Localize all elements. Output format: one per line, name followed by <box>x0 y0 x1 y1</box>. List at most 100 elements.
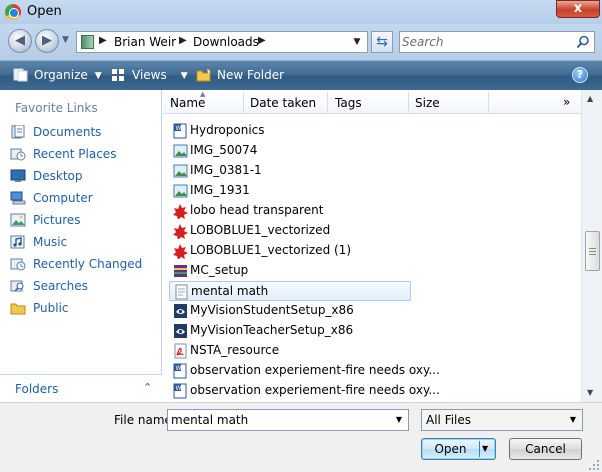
file-name: Hydroponics <box>190 123 265 137</box>
more-columns-icon[interactable]: » <box>563 95 570 109</box>
open-label: Open <box>434 442 467 456</box>
file-row[interactable]: IMG_0381-1 <box>169 161 411 181</box>
favorite-link-music[interactable]: Music <box>10 235 67 253</box>
vector-file-icon <box>173 244 188 259</box>
new-folder-icon <box>196 68 211 82</box>
open-button[interactable]: Open ▼ <box>421 438 496 460</box>
search-icon[interactable] <box>576 35 590 49</box>
file-name: mental math <box>191 284 269 298</box>
searches-icon <box>10 280 24 292</box>
file-type-value: All Files <box>426 413 472 427</box>
address-bar[interactable]: ▶ Brian Weir ▶ Downloads ▶ ▼ <box>76 31 368 53</box>
file-row[interactable]: lobo head transparent <box>169 201 411 221</box>
grip-line <box>589 254 596 255</box>
new-folder-label: New Folder <box>217 68 285 82</box>
search-input[interactable] <box>402 34 572 50</box>
scrollbar-thumb[interactable] <box>585 231 600 271</box>
address-row: ◀ ▶ ▼ ▶ Brian Weir ▶ Downloads ▶ ▼ ⇆ <box>0 24 602 60</box>
favorite-link-computer[interactable]: Computer <box>10 191 93 209</box>
favorite-link-pictures[interactable]: Pictures <box>10 213 81 231</box>
close-button[interactable]: x <box>556 0 600 18</box>
favorite-link-public[interactable]: Public <box>10 301 69 319</box>
column-tags[interactable]: Tags <box>335 96 362 110</box>
column-divider[interactable] <box>488 92 489 113</box>
favorite-link-documents[interactable]: Documents <box>10 125 101 143</box>
vector-file-icon <box>173 204 188 219</box>
address-dropdown-icon[interactable]: ▼ <box>347 32 367 52</box>
chevron-up-icon: ⌃ <box>143 381 153 394</box>
column-date-taken[interactable]: Date taken <box>250 96 316 110</box>
breadcrumb-downloads[interactable]: Downloads <box>193 35 259 49</box>
file-name: LOBOBLUE1_vectorized (1) <box>190 243 351 257</box>
file-row[interactable]: Wobservation experiement-fire needs oxy.… <box>169 361 440 381</box>
search-box[interactable] <box>399 31 595 53</box>
svg-text:W: W <box>176 365 182 372</box>
file-row[interactable]: IMG_1931 <box>169 181 411 201</box>
refresh-button[interactable]: ⇆ <box>371 31 393 53</box>
cancel-button[interactable]: Cancel <box>509 438 582 460</box>
public-icon <box>10 303 26 315</box>
file-row[interactable]: mental math <box>169 281 411 301</box>
forward-button[interactable]: ▶ <box>35 29 59 53</box>
file-name: lobo head transparent <box>190 203 324 217</box>
file-name-input[interactable] <box>171 412 387 428</box>
help-icon[interactable]: ? <box>572 67 588 83</box>
file-name: IMG_1931 <box>190 183 250 197</box>
favorite-link-searches[interactable]: Searches <box>10 279 88 297</box>
file-list: ▲ Name Date taken Tags Size » W Hydroponi… <box>163 90 581 402</box>
breadcrumb-separator-icon[interactable]: ▶ <box>179 35 187 46</box>
breadcrumb-separator-icon[interactable]: ▶ <box>258 35 266 46</box>
setup-file-icon <box>174 324 187 338</box>
views-button[interactable]: Views ▼ <box>111 68 188 82</box>
command-toolbar: Organize ▼ Views ▼ New Folder <box>0 60 602 90</box>
vertical-scrollbar[interactable]: ▲ ▼ <box>581 90 602 402</box>
column-size[interactable]: Size <box>415 96 440 110</box>
column-divider[interactable] <box>408 92 409 113</box>
file-row[interactable]: W Hydroponics <box>169 121 411 141</box>
favorite-link-desktop[interactable]: Desktop <box>10 169 83 187</box>
views-icon <box>112 69 124 81</box>
file-row[interactable]: MC_setup <box>169 261 411 281</box>
file-row[interactable]: Wobservation experiement-fire needs oxy.… <box>169 381 440 401</box>
image-file-icon <box>173 144 188 158</box>
file-name: IMG_50074 <box>190 143 258 157</box>
vector-file-icon <box>173 224 188 239</box>
computer-icon <box>10 191 26 205</box>
chevron-down-icon[interactable]: ▼ <box>564 410 582 430</box>
favorite-link-recently-changed[interactable]: Recently Changed <box>10 257 142 275</box>
file-row[interactable]: NSTA_resource <box>169 341 411 361</box>
scroll-up-icon[interactable]: ▲ <box>587 94 593 103</box>
column-divider[interactable] <box>243 92 244 113</box>
favorite-link-recent-places[interactable]: Recent Places <box>10 147 116 165</box>
file-type-select[interactable]: All Files ▼ <box>421 409 583 431</box>
file-row[interactable]: IMG_50074 <box>169 141 411 161</box>
new-folder-button[interactable]: New Folder <box>196 68 284 82</box>
back-button[interactable]: ◀ <box>8 29 32 53</box>
breadcrumb-separator-icon[interactable]: ▶ <box>99 35 107 46</box>
file-row[interactable]: MyVisionStudentSetup_x86 <box>169 301 411 321</box>
folders-label: Folders <box>15 382 59 396</box>
open-options-icon[interactable]: ▼ <box>482 439 488 459</box>
file-row[interactable]: LOBOBLUE1_vectorized <box>169 221 411 241</box>
file-row[interactable]: MyVisionTeacherSetup_x86 <box>169 321 411 341</box>
scroll-down-icon[interactable]: ▼ <box>587 388 593 397</box>
file-row[interactable]: LOBOBLUE1_vectorized (1) <box>169 241 411 261</box>
file-name: observation experiement-fire needs oxy..… <box>190 383 440 397</box>
resize-grip-icon[interactable] <box>588 459 600 471</box>
archive-file-icon <box>174 265 187 277</box>
text-file-icon <box>175 284 188 300</box>
image-file-icon <box>173 184 188 198</box>
grip-line <box>589 251 596 252</box>
pictures-icon <box>10 213 26 227</box>
image-file-icon <box>173 164 188 178</box>
file-name-combo[interactable]: ▼ <box>167 409 409 431</box>
svg-text:W: W <box>176 125 182 132</box>
column-name[interactable]: Name <box>170 96 205 110</box>
folders-toggle[interactable]: Folders ⌃ <box>0 374 162 402</box>
chevron-down-icon[interactable]: ▼ <box>390 410 408 430</box>
column-divider[interactable] <box>327 92 328 113</box>
recent-pages-dropdown[interactable]: ▼ <box>62 35 69 45</box>
setup-file-icon <box>174 304 187 318</box>
organize-button[interactable]: Organize ▼ <box>13 68 102 82</box>
breadcrumb-brian-weir[interactable]: Brian Weir <box>114 35 176 49</box>
